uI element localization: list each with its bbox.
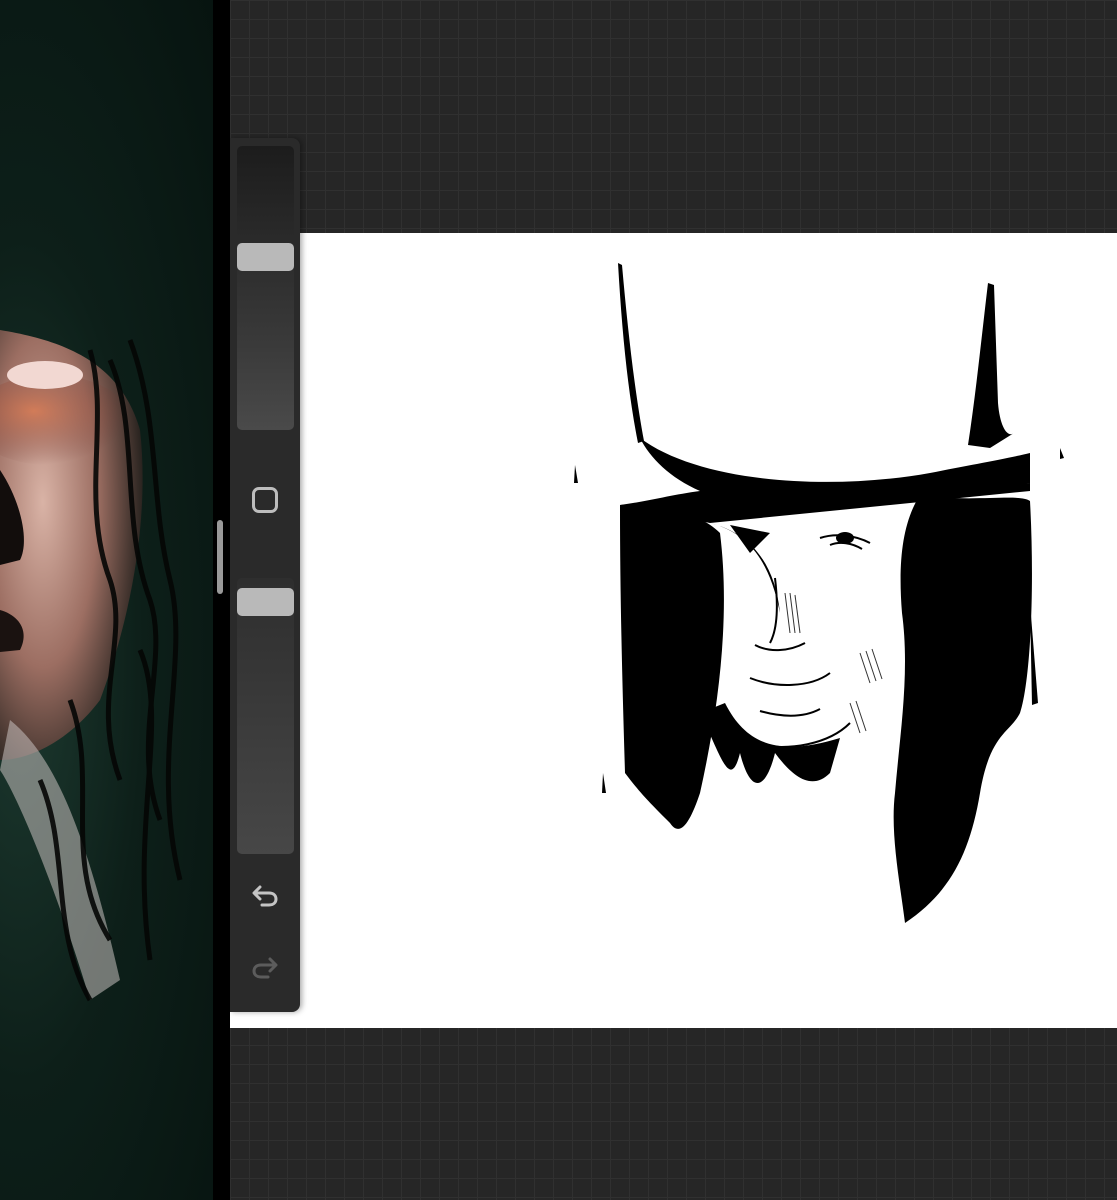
split-view-divider — [213, 0, 230, 1200]
opacity-thumb[interactable] — [237, 588, 294, 616]
reference-photo-pane[interactable] — [0, 0, 213, 1200]
opacity-slider[interactable] — [237, 578, 294, 854]
brush-size-slider[interactable] — [237, 146, 294, 430]
redo-icon — [252, 957, 278, 979]
redo-button[interactable] — [247, 950, 283, 986]
drawing-canvas[interactable] — [230, 233, 1117, 1028]
brush-size-thumb[interactable] — [237, 243, 294, 271]
sidebar — [230, 138, 300, 1012]
undo-button[interactable] — [247, 878, 283, 914]
split-view-handle[interactable] — [217, 520, 223, 594]
ink-drawing — [574, 263, 1064, 923]
undo-icon — [252, 885, 278, 907]
modify-button[interactable] — [249, 484, 281, 516]
reference-photo — [0, 330, 183, 1002]
app-window — [0, 0, 1117, 1200]
square-modify-icon — [252, 487, 278, 513]
